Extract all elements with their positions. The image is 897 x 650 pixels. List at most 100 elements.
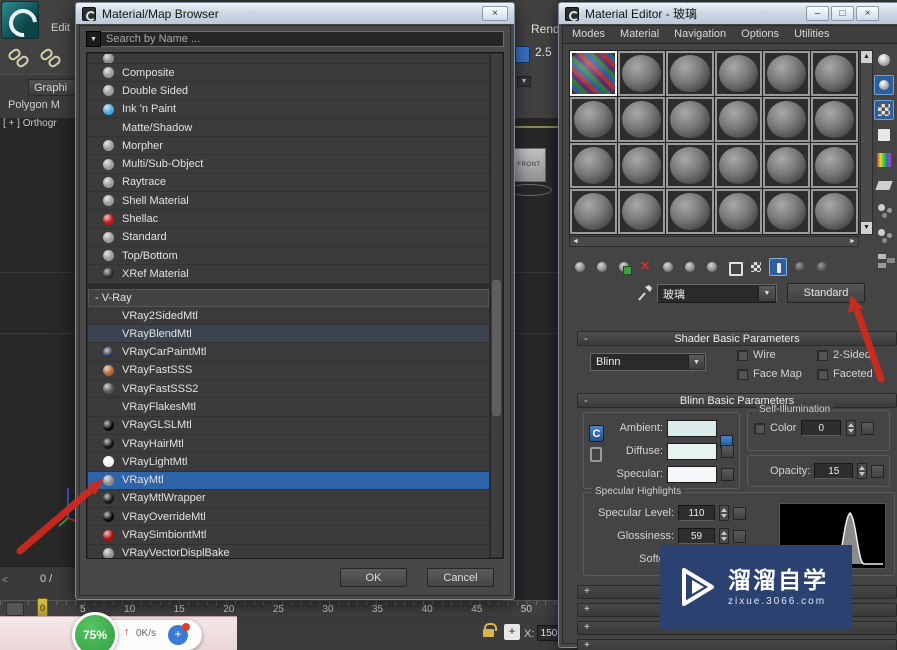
unlink-selection-icon[interactable] bbox=[40, 50, 64, 70]
sample-uv-tiling-icon[interactable] bbox=[874, 125, 894, 145]
sample-slot[interactable] bbox=[763, 189, 810, 234]
put-material-to-scene-icon[interactable] bbox=[593, 258, 611, 276]
maximize-button[interactable]: □ bbox=[831, 6, 854, 21]
browser-close-button[interactable]: × bbox=[482, 6, 508, 21]
sample-slot[interactable] bbox=[618, 97, 665, 142]
keyframe-icon[interactable] bbox=[6, 602, 24, 616]
material-list-item[interactable]: VRayFastSSS2 bbox=[88, 380, 489, 398]
menu-item[interactable]: Material bbox=[620, 28, 659, 43]
put-to-library-icon[interactable] bbox=[681, 258, 699, 276]
spinner[interactable] bbox=[857, 463, 867, 479]
show-map-in-viewport-icon[interactable] bbox=[747, 258, 765, 276]
menu-edit[interactable]: Edit bbox=[51, 22, 70, 34]
material-list-item[interactable]: Double Sided bbox=[88, 82, 489, 100]
material-list-item[interactable]: VRayLightMtl bbox=[88, 453, 489, 471]
menu-item[interactable]: Options bbox=[741, 28, 779, 43]
sample-slot[interactable] bbox=[666, 189, 713, 234]
sample-slot[interactable] bbox=[618, 189, 665, 234]
parameter-value-field[interactable]: 110 bbox=[678, 505, 715, 521]
material-list-item[interactable]: VRayFlakesMtl bbox=[88, 398, 489, 416]
self-illumination-value-field[interactable]: 0 bbox=[801, 420, 841, 436]
material-list-item[interactable]: VRaySimbiontMtl bbox=[88, 526, 489, 544]
map-button[interactable] bbox=[721, 445, 734, 458]
go-to-parent-icon[interactable] bbox=[791, 258, 809, 276]
toolbar-dropdown-icon[interactable]: ▼ bbox=[517, 76, 531, 87]
map-button[interactable] bbox=[721, 468, 734, 481]
sample-slot[interactable] bbox=[715, 143, 762, 188]
material-list-item[interactable]: Morpher bbox=[88, 137, 489, 155]
show-background-icon[interactable] bbox=[725, 258, 743, 276]
material-list-item[interactable]: Standard bbox=[88, 229, 489, 247]
sample-slot[interactable] bbox=[570, 189, 617, 234]
timeline-scroll-left-icon[interactable]: < bbox=[2, 575, 8, 586]
menu-item[interactable]: Modes bbox=[572, 28, 605, 43]
select-and-link-icon[interactable] bbox=[8, 50, 32, 70]
sample-slot[interactable] bbox=[811, 189, 858, 234]
sample-slot[interactable] bbox=[570, 51, 617, 96]
toolbar-blue-icon[interactable] bbox=[515, 46, 530, 63]
dropdown-arrow-icon[interactable]: ▼ bbox=[688, 355, 704, 369]
scroll-left-icon[interactable]: ◄ bbox=[570, 237, 581, 246]
material-list-item[interactable]: VRay2SidedMtl bbox=[88, 307, 489, 325]
map-button[interactable] bbox=[733, 530, 746, 543]
options-icon[interactable] bbox=[874, 200, 894, 220]
backlight-icon[interactable] bbox=[874, 75, 894, 95]
material-name-dropdown[interactable]: 玻璃 ▼ bbox=[657, 284, 777, 303]
material-list-item[interactable]: Shellac bbox=[88, 210, 489, 228]
opacity-value-field[interactable]: 15 bbox=[814, 463, 853, 479]
make-preview-icon[interactable] bbox=[874, 175, 894, 195]
select-by-material-icon[interactable] bbox=[874, 225, 894, 245]
checkbox[interactable] bbox=[817, 369, 828, 380]
material-list-item[interactable]: VRayBlendMtl bbox=[88, 325, 489, 343]
sample-slot[interactable] bbox=[811, 51, 858, 96]
sample-type-icon[interactable] bbox=[874, 50, 894, 70]
slots-horizontal-scrollbar[interactable]: ◄ ► bbox=[569, 236, 859, 247]
assign-material-to-selection-icon[interactable] bbox=[615, 258, 633, 276]
sample-slot[interactable] bbox=[715, 97, 762, 142]
material-id-channel-icon[interactable] bbox=[703, 258, 721, 276]
sample-slot[interactable] bbox=[570, 97, 617, 142]
material-list-item[interactable]: Top/Bottom bbox=[88, 247, 489, 265]
show-shaded-material-icon[interactable] bbox=[769, 258, 787, 276]
checkbox[interactable] bbox=[737, 369, 748, 380]
background-icon[interactable] bbox=[874, 100, 894, 120]
self-illumination-checkbox[interactable] bbox=[754, 423, 765, 434]
sample-slot[interactable] bbox=[811, 97, 858, 142]
graphite-modeling-tools-button[interactable]: Graphi bbox=[28, 79, 78, 96]
diffuse-specular-lock-icon[interactable] bbox=[590, 447, 602, 462]
scroll-up-icon[interactable]: ▲ bbox=[861, 51, 872, 63]
material-list-item[interactable]: VRayCarPaintMtl bbox=[88, 343, 489, 361]
material-list-item[interactable]: Composite bbox=[88, 64, 489, 82]
sample-slot[interactable] bbox=[715, 189, 762, 234]
scroll-down-icon[interactable]: ▼ bbox=[861, 222, 872, 234]
sample-slot[interactable] bbox=[763, 51, 810, 96]
ok-button[interactable]: OK bbox=[340, 568, 407, 587]
blinn-basic-parameters-rollout[interactable]: - Blinn Basic Parameters bbox=[577, 393, 897, 408]
collapse-icon[interactable]: - bbox=[584, 394, 588, 408]
sample-slot[interactable] bbox=[618, 51, 665, 96]
material-list-item[interactable]: VRayMtlWrapper bbox=[88, 490, 489, 508]
sample-slot[interactable] bbox=[715, 51, 762, 96]
material-list-item[interactable]: VRayFastSSS bbox=[88, 362, 489, 380]
sample-slot[interactable] bbox=[666, 143, 713, 188]
sample-slot[interactable] bbox=[763, 143, 810, 188]
time-slider[interactable]: 0 bbox=[37, 598, 48, 618]
make-material-copy-icon[interactable] bbox=[659, 258, 677, 276]
cancel-button[interactable]: Cancel bbox=[427, 568, 494, 587]
search-input[interactable]: Search by Name ... bbox=[101, 31, 504, 47]
shader-basic-parameters-rollout[interactable]: - Shader Basic Parameters bbox=[577, 331, 897, 346]
dropdown-arrow-icon[interactable]: ▼ bbox=[758, 286, 775, 301]
browser-titlebar[interactable]: Material/Map Browser bbox=[76, 3, 514, 24]
ambient-diffuse-lock-icon[interactable]: C bbox=[589, 425, 604, 442]
pick-material-eyedropper-icon[interactable] bbox=[637, 284, 653, 302]
map-button[interactable] bbox=[871, 465, 884, 478]
color-swatch[interactable] bbox=[667, 466, 717, 483]
material-list-item[interactable]: Raytrace bbox=[88, 174, 489, 192]
transform-type-in-icon[interactable]: + bbox=[504, 624, 520, 640]
list-scrollbar-thumb[interactable] bbox=[492, 280, 501, 416]
material-list-item[interactable] bbox=[88, 54, 489, 64]
sample-slot[interactable] bbox=[618, 143, 665, 188]
material-list-item[interactable]: VRayMtl bbox=[88, 472, 489, 490]
sample-slot[interactable] bbox=[763, 97, 810, 142]
map-button[interactable] bbox=[861, 422, 874, 435]
